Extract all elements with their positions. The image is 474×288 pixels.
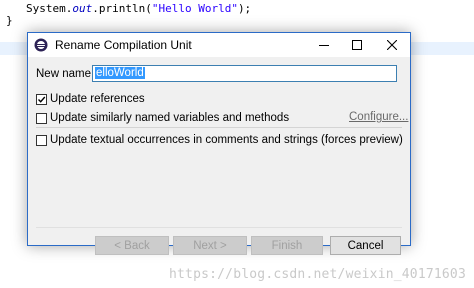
dialog-titlebar[interactable]: Rename Compilation Unit	[28, 33, 410, 57]
minimize-icon[interactable]	[308, 33, 340, 57]
watermark-text: https://blog.csdn.net/weixin_40171603	[169, 267, 466, 282]
separator-line	[36, 127, 402, 128]
update-similar-names-label: Update similarly named variables and met…	[50, 112, 290, 124]
update-textual-occurrences-checkbox[interactable]	[36, 135, 47, 146]
dialog-title: Rename Compilation Unit	[55, 38, 192, 52]
new-name-value: elloWorld	[95, 67, 145, 79]
cancel-button[interactable]: Cancel	[330, 236, 401, 255]
update-textual-occurrences-label: Update textual occurrences in comments a…	[50, 134, 403, 146]
close-icon[interactable]	[376, 33, 408, 57]
update-references-checkbox[interactable]	[36, 94, 47, 105]
maximize-icon[interactable]	[341, 33, 373, 57]
new-name-input[interactable]: elloWorld	[92, 65, 397, 82]
new-name-label: New name:	[36, 68, 95, 80]
back-button[interactable]: < Back	[95, 236, 169, 255]
rename-dialog: Rename Compilation Unit New name: elloWo…	[27, 32, 411, 255]
finish-button[interactable]: Finish	[251, 236, 323, 255]
next-button[interactable]: Next >	[173, 236, 247, 255]
update-references-label: Update references	[50, 93, 145, 105]
checkmark-icon	[38, 96, 46, 103]
update-similar-names-checkbox[interactable]	[36, 113, 47, 124]
eclipse-app-icon	[34, 38, 48, 52]
code-line-println: System.out.println("Hello World");	[26, 2, 252, 15]
code-line-closing-brace: }	[6, 14, 13, 27]
button-bar-separator	[36, 227, 402, 228]
configure-link[interactable]: Configure...	[349, 111, 408, 123]
dialog-body: New name: elloWorld Update references Up…	[28, 57, 410, 255]
